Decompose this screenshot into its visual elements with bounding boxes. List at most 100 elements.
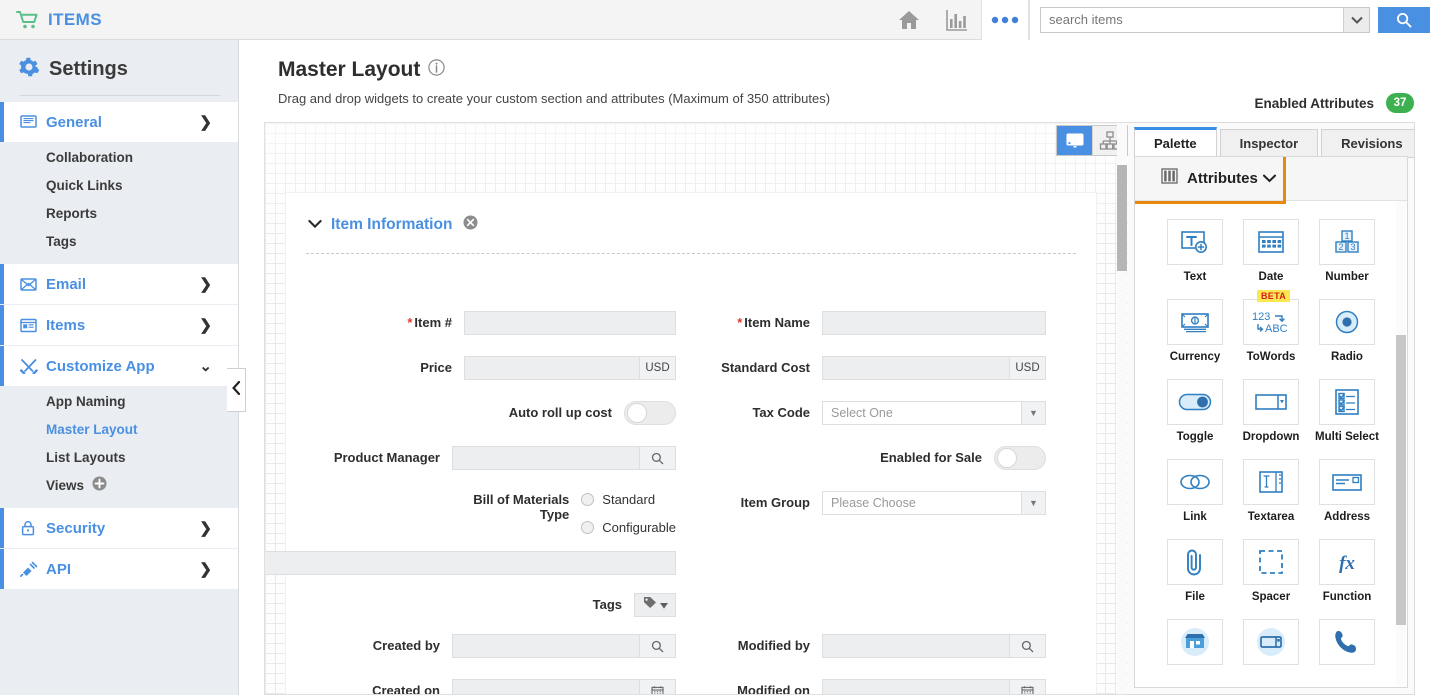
palette-widget-address[interactable]: Address bbox=[1309, 459, 1385, 523]
sidebar-item-app-naming[interactable]: App Naming bbox=[0, 387, 238, 415]
palette-widget-towords[interactable]: BETA 123 ABC ToWords bbox=[1233, 290, 1309, 363]
palette-widget-spacer[interactable]: Spacer bbox=[1233, 539, 1309, 603]
search-field[interactable] bbox=[1040, 6, 1370, 33]
sidebar-item-quick-links[interactable]: Quick Links bbox=[0, 171, 238, 199]
palette-widget-file[interactable]: File bbox=[1157, 539, 1233, 603]
palette-widget-multi-select[interactable]: Multi Select bbox=[1309, 379, 1385, 443]
bar-chart-icon[interactable] bbox=[933, 0, 981, 40]
palette-widget-currency[interactable]: Currency bbox=[1157, 299, 1233, 363]
palette-widget-date[interactable]: Date bbox=[1233, 219, 1309, 283]
palette-widget-radio[interactable]: Radio bbox=[1309, 299, 1385, 363]
chevron-right-icon[interactable]: ❯ bbox=[199, 113, 212, 131]
search-icon[interactable] bbox=[1010, 634, 1046, 658]
chevron-down-icon[interactable]: ▼ bbox=[1022, 401, 1046, 425]
sidebar-group-items[interactable]: Items ❯ bbox=[0, 305, 238, 345]
palette-widget-text[interactable]: Text bbox=[1157, 219, 1233, 283]
palette-widget-link[interactable]: Link bbox=[1157, 459, 1233, 523]
search-input[interactable] bbox=[1041, 7, 1343, 32]
chevron-down-icon[interactable]: ⌄ bbox=[199, 357, 212, 375]
chevron-down-icon[interactable]: ▼ bbox=[1022, 491, 1046, 515]
sidebar-group-customize-app[interactable]: Customize App ⌄ bbox=[0, 346, 238, 386]
attributes-section-header[interactable]: Attributes bbox=[1135, 157, 1407, 201]
item-number-input[interactable] bbox=[464, 311, 676, 335]
section-card-item-information[interactable]: Item Information * Item # * Item Name Pr… bbox=[265, 193, 1096, 694]
radio-label: Configurable bbox=[602, 519, 676, 535]
radio-option-configurable[interactable]: Configurable bbox=[581, 516, 676, 538]
sidebar-item-list-layouts[interactable]: List Layouts bbox=[0, 443, 238, 471]
chevron-left-icon bbox=[231, 380, 241, 400]
palette-widget-function[interactable]: fx Function bbox=[1309, 539, 1385, 603]
sidebar-item-collaboration[interactable]: Collaboration bbox=[0, 143, 238, 171]
remove-circle-icon[interactable] bbox=[463, 215, 478, 235]
widget-label: ToWords bbox=[1246, 351, 1296, 363]
settings-header: Settings bbox=[0, 40, 238, 95]
sidebar-group-security[interactable]: Security ❯ bbox=[0, 508, 238, 548]
field-control: USD bbox=[464, 356, 676, 380]
tags-dropdown-button[interactable] bbox=[634, 593, 676, 617]
palette-widget-phone[interactable] bbox=[1309, 619, 1385, 671]
chevron-down-icon[interactable] bbox=[1343, 7, 1369, 32]
categories-input[interactable] bbox=[265, 551, 676, 575]
enabled-for-sale-toggle[interactable] bbox=[994, 446, 1046, 470]
sidebar-group-label: General bbox=[46, 113, 102, 131]
chevron-right-icon[interactable]: ❯ bbox=[199, 519, 212, 537]
layout-canvas[interactable]: Item Information * Item # * Item Name Pr… bbox=[264, 122, 1130, 695]
sidebar-group-email[interactable]: Email ❯ bbox=[0, 264, 238, 304]
tab-revisions[interactable]: Revisions bbox=[1321, 129, 1414, 158]
canvas-scrollbar-thumb[interactable] bbox=[1117, 165, 1127, 271]
palette-widget-card[interactable] bbox=[1233, 619, 1309, 671]
product-manager-input[interactable] bbox=[452, 446, 640, 470]
sidebar-item-reports[interactable]: Reports bbox=[0, 199, 238, 227]
sidebar-item-views[interactable]: Views bbox=[0, 471, 238, 499]
info-icon[interactable] bbox=[428, 58, 446, 82]
search-button[interactable] bbox=[1378, 6, 1430, 33]
palette-widget-textarea[interactable]: Textarea bbox=[1233, 459, 1309, 523]
address-envelope-icon bbox=[1319, 459, 1375, 505]
price-input[interactable] bbox=[464, 356, 640, 380]
sidebar-item-tags[interactable]: Tags bbox=[0, 227, 238, 255]
chevron-down-icon[interactable] bbox=[308, 216, 322, 234]
created-on-input[interactable] bbox=[452, 679, 640, 694]
standard-cost-input[interactable] bbox=[822, 356, 1010, 380]
tax-code-select[interactable]: Select One bbox=[822, 401, 1022, 425]
palette-scrollbar-thumb[interactable] bbox=[1396, 335, 1406, 625]
field-label: Item Group bbox=[740, 495, 810, 510]
plus-circle-icon[interactable] bbox=[92, 476, 107, 494]
tab-palette[interactable]: Palette bbox=[1134, 127, 1217, 158]
palette-widget-dropdown[interactable]: Dropdown bbox=[1233, 379, 1309, 443]
desktop-view-button[interactable] bbox=[1057, 126, 1092, 155]
created-by-input[interactable] bbox=[452, 634, 640, 658]
chevron-right-icon[interactable]: ❯ bbox=[199, 316, 212, 334]
sidebar-group-api[interactable]: API ❯ bbox=[0, 549, 238, 589]
more-dots-icon[interactable] bbox=[981, 0, 1029, 40]
radio-button-icon[interactable] bbox=[581, 492, 595, 506]
sidebar-group-general[interactable]: General ❯ bbox=[0, 102, 238, 142]
chevron-right-icon[interactable]: ❯ bbox=[199, 560, 212, 578]
modified-on-input[interactable] bbox=[822, 679, 1010, 694]
lock-icon bbox=[20, 520, 42, 536]
radio-button-icon[interactable] bbox=[581, 520, 595, 534]
field-product-manager: Product Manager bbox=[286, 446, 676, 470]
chevron-down-icon[interactable] bbox=[1262, 170, 1276, 188]
home-icon[interactable] bbox=[885, 0, 933, 40]
widget-label: Multi Select bbox=[1315, 431, 1379, 443]
chevron-right-icon[interactable]: ❯ bbox=[199, 275, 212, 293]
field-label: Tax Code bbox=[752, 405, 810, 420]
palette-widget-number[interactable]: 1 2 3 Number bbox=[1309, 219, 1385, 283]
palette-widget-storefront[interactable] bbox=[1157, 619, 1233, 671]
palette-widget-toggle[interactable]: Toggle bbox=[1157, 379, 1233, 443]
field-control bbox=[994, 446, 1046, 470]
card-widget-icon bbox=[1243, 619, 1299, 665]
tab-inspector[interactable]: Inspector bbox=[1219, 129, 1319, 158]
sidebar-collapse-handle[interactable] bbox=[227, 368, 246, 412]
standard-cost-currency-addon[interactable]: USD bbox=[1010, 356, 1046, 380]
dropdown-icon bbox=[1243, 379, 1299, 425]
item-group-select[interactable]: Please Choose bbox=[822, 491, 1022, 515]
svg-text:2: 2 bbox=[1338, 242, 1343, 252]
modified-by-input[interactable] bbox=[822, 634, 1010, 658]
item-name-input[interactable] bbox=[822, 311, 1046, 335]
sidebar-item-master-layout[interactable]: Master Layout bbox=[0, 415, 238, 443]
calendar-icon[interactable] bbox=[1010, 679, 1046, 694]
field-control bbox=[452, 446, 676, 470]
brand-logo[interactable]: ITEMS bbox=[0, 10, 102, 30]
